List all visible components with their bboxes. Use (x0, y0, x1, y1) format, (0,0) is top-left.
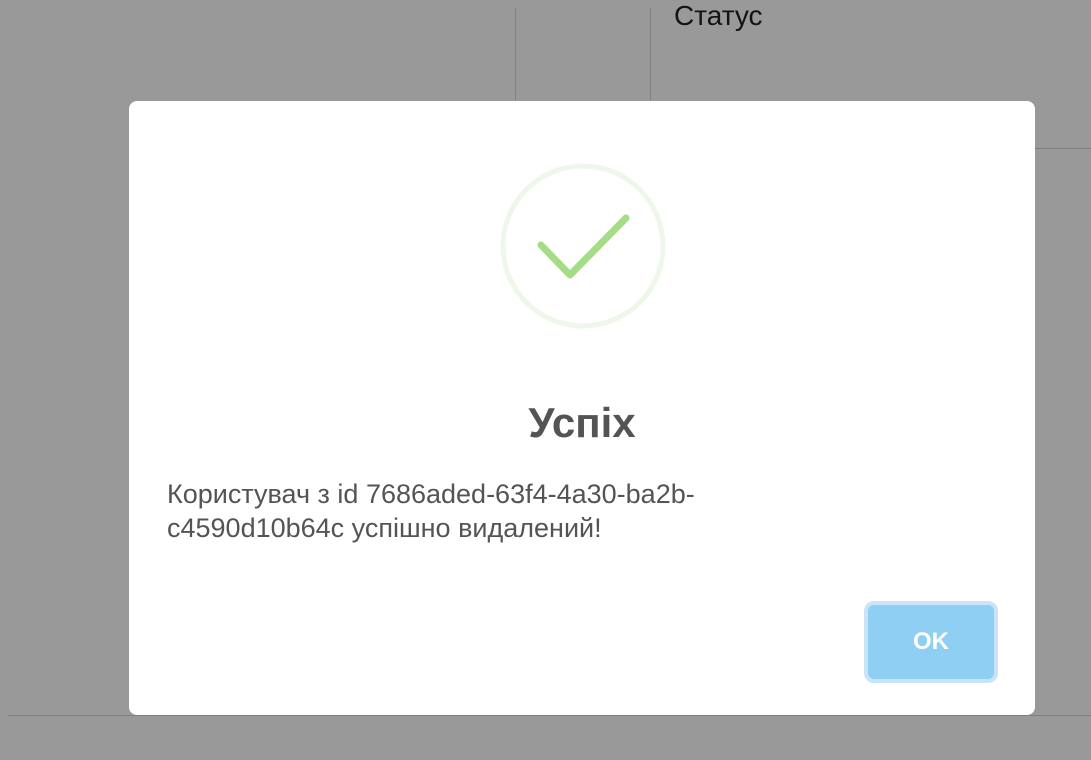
ok-button[interactable]: OK (864, 601, 998, 683)
page: Статус Успіх Користувач з id 7686aded-63… (0, 0, 1091, 760)
success-dialog: Успіх Користувач з id 7686aded-63f4-4a30… (129, 101, 1035, 715)
check-icon (500, 163, 666, 329)
dialog-title: Успіх (528, 399, 636, 446)
dialog-message: Користувач з id 7686aded-63f4-4a30-ba2b-… (167, 479, 695, 543)
